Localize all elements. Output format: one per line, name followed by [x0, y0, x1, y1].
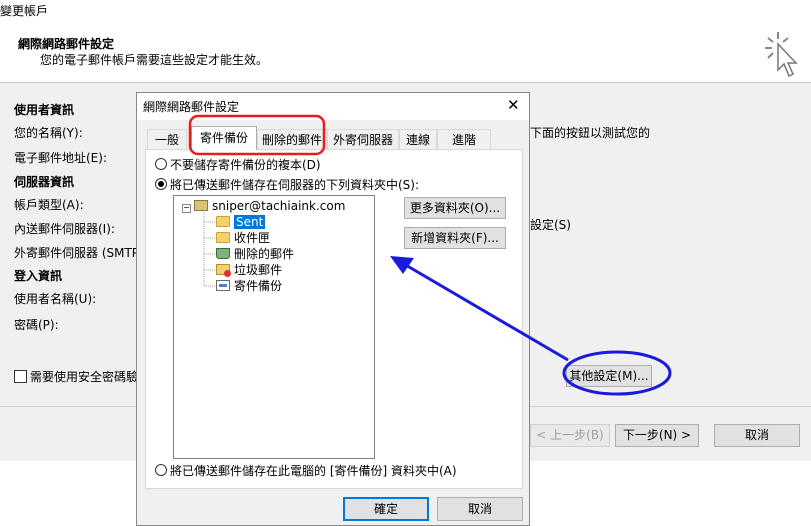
- button-highlight: [562, 350, 672, 396]
- arrow-line: [403, 262, 569, 362]
- annotation-overlay: [188, 114, 672, 396]
- tab-highlight: [188, 114, 326, 156]
- arrow-head-icon: [390, 256, 414, 274]
